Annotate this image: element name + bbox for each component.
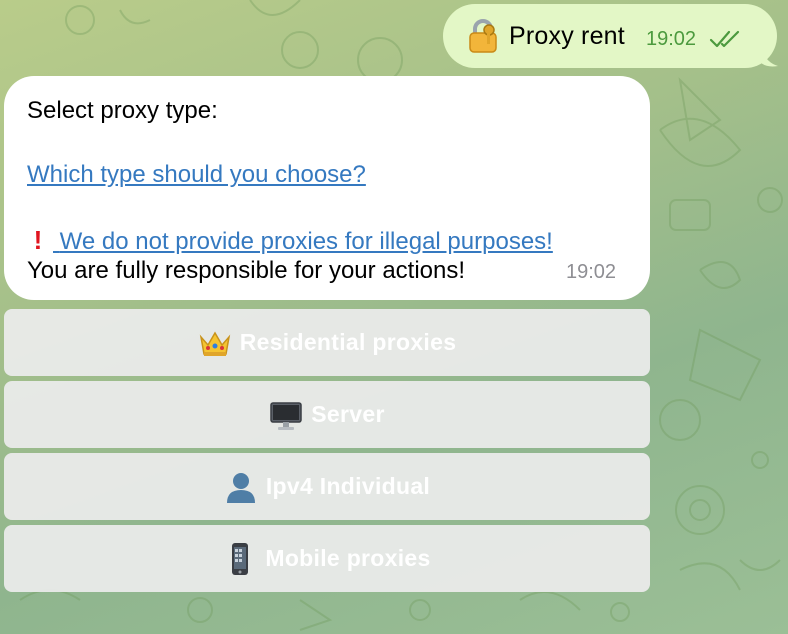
residential-proxies-button[interactable]: Residential proxies [4,309,650,376]
mobile-proxies-button[interactable]: Mobile proxies [4,525,650,592]
ipv4-individual-label: Ipv4 Individual [265,473,431,499]
message-line-select-proxy-type: Select proxy type: [27,97,218,124]
mobile-proxies-label: Mobile proxies [265,545,431,571]
double-check-icon [709,29,743,54]
ipv4-individual-button[interactable]: Ipv4 Individual [4,453,650,520]
locked-with-key-icon [465,18,501,54]
exclamation-icon: ! [33,225,43,255]
person-silhouette-icon [224,470,258,504]
incoming-message-time: 19:02 [566,261,617,283]
message-line-responsible: You are fully responsible for your actio… [27,257,466,284]
server-label: Server [311,401,385,427]
outgoing-message-bubble[interactable]: Proxy rent 19:02 [443,4,777,68]
crown-icon [198,326,232,360]
outgoing-message-text: Proxy rent [509,22,625,50]
outgoing-bubble-tail [760,44,778,67]
outgoing-message-time: 19:02 [646,28,697,50]
link-illegal-purposes[interactable]: ! We do not provide proxies for illegal … [23,225,553,256]
link-which-type[interactable]: Which type should you choose? [27,161,366,189]
residential-proxies-label: Residential proxies [239,329,457,355]
desktop-computer-icon [269,398,303,432]
mobile-phone-icon [223,542,257,576]
link-illegal-purposes-text[interactable]: We do not provide proxies for illegal pu… [60,228,553,255]
incoming-message-bubble[interactable]: Select proxy type: Which type should you… [4,76,650,300]
server-button[interactable]: Server [4,381,650,448]
